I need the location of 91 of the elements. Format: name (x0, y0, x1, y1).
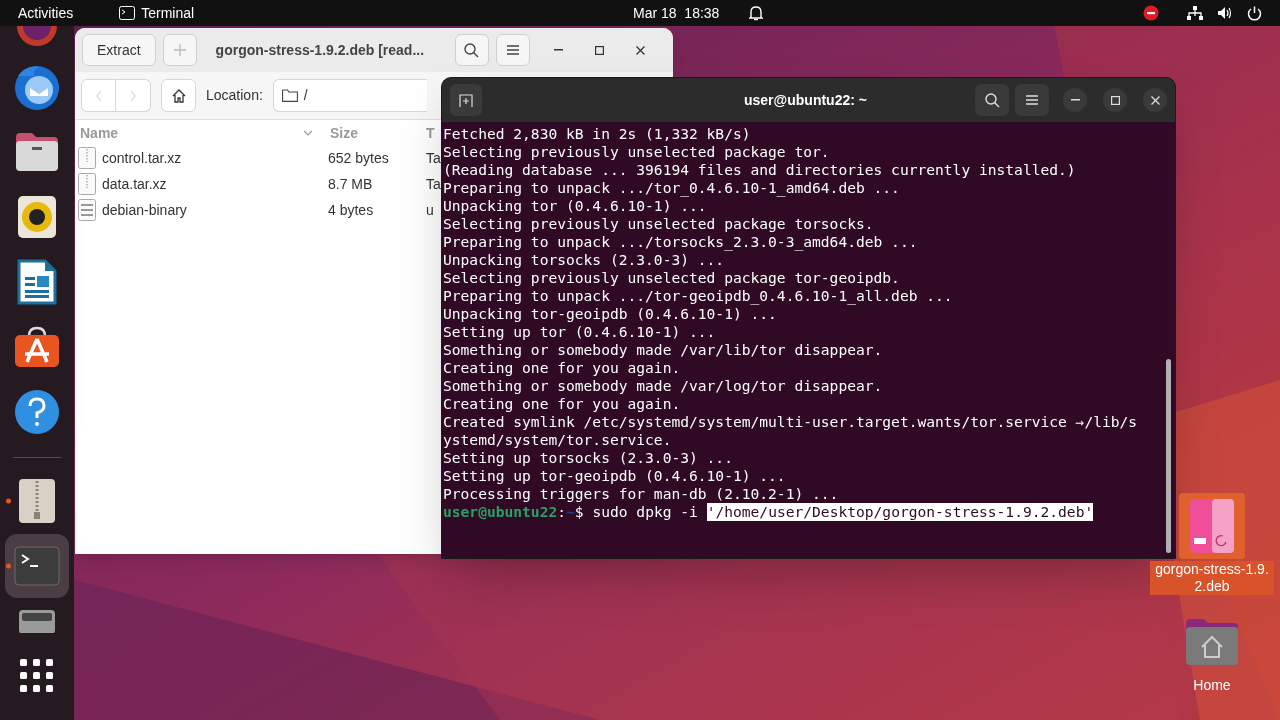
selected-text: '/home/user/Desktop/gorgon-stress-1.9.2.deb' (706, 503, 1094, 521)
window-title: user@ubuntu22: ~ (744, 90, 867, 110)
file-name[interactable]: data.tar.xz (102, 173, 167, 195)
minimize-icon (1070, 99, 1080, 101)
folder-icon (281, 89, 298, 102)
terminal-output-line: Preparing to unpack .../tor_0.4.6.10-1_amd64.deb ... (443, 179, 900, 197)
zipper-box-icon (18, 478, 56, 524)
minimize-button[interactable] (1063, 88, 1087, 112)
menu-button[interactable] (1015, 84, 1049, 116)
terminal-icon (14, 546, 60, 586)
new-tab-button[interactable] (450, 84, 482, 116)
maximize-button[interactable] (1103, 88, 1127, 112)
app-menu-label[interactable]: Terminal (141, 2, 195, 24)
shell-prompt: user@ubuntu22:~$ (443, 503, 584, 521)
file-size: 8.7 MB (327, 174, 374, 194)
close-button[interactable] (1143, 88, 1167, 112)
table-cell-text: u (425, 200, 434, 220)
power-icon (1247, 5, 1262, 21)
home-folder-icon (1184, 617, 1240, 667)
do-not-disturb-icon (1143, 5, 1159, 21)
menu-icon (506, 45, 519, 55)
network-icon (1187, 6, 1203, 20)
zipper-file-icon (78, 173, 96, 195)
terminal-output-line: Selecting previously unselected package tor. (443, 143, 830, 161)
terminal-output-line: (Reading database ... 396194 files and directories currently installed.) (443, 161, 1076, 179)
speaker-icon (17, 195, 57, 239)
search-button[interactable] (975, 84, 1009, 116)
desktop-icon-label: Home (1192, 677, 1232, 694)
bell-icon (749, 5, 764, 21)
help-icon (14, 389, 60, 435)
activities-button[interactable]: Activities (18, 2, 74, 24)
command-text: sudo dpkg -i (591, 503, 699, 521)
extract-button[interactable]: Extract (82, 34, 156, 66)
menu-icon (1026, 95, 1038, 105)
document-icon (17, 259, 57, 305)
terminal-output-line: Something or somebody made /var/log/tor disappear. (443, 377, 883, 395)
maximize-icon (1110, 95, 1120, 105)
chevron-down-icon (303, 130, 313, 136)
terminal-output-line: Something or somebody made /var/lib/tor disappear. (443, 341, 883, 359)
file-size: 652 bytes (327, 148, 390, 168)
terminal-output-line: Selecting previously unselected package torsocks. (443, 215, 874, 233)
terminal-output-line: Preparing to unpack .../tor-geoipdb_0.4.6.10-1_all.deb ... (443, 287, 953, 305)
terminal-output-line: Creating one for you again. (443, 359, 681, 377)
terminal-output-line: Processing triggers for man-db (2.10.2-1) ... (443, 485, 839, 503)
home-icon (171, 88, 186, 103)
terminal-output-line: Created symlink /etc/systemd/system/multi-user.target.wants/tor.service →/lib/s (443, 413, 1138, 431)
terminal-icon (119, 6, 136, 20)
file-size: 4 bytes (327, 200, 375, 220)
search-button[interactable] (454, 34, 489, 66)
desktop-icon[interactable]: Home (1148, 609, 1276, 694)
app-grid-icon (20, 659, 54, 693)
terminal-output-line: Setting up torsocks (2.3.0-3) ... (443, 449, 733, 467)
desktop-icon-label: gorgon-stress-1.9.2.deb (1150, 561, 1274, 595)
file-name[interactable]: debian-binary (102, 199, 187, 221)
volume-icon (1217, 6, 1233, 20)
dock-separator (13, 456, 61, 458)
file-name[interactable]: control.tar.xz (102, 147, 182, 169)
location-label: Location: (206, 86, 263, 105)
folder-icon (14, 131, 60, 173)
terminal-output-line: Unpacking tor-geoipdb (0.4.6.10-1) ... (443, 305, 777, 323)
terminal-output-line: Preparing to unpack .../torsocks_2.3.0-3_amd64.deb ... (443, 233, 918, 251)
terminal-output-line: Fetched 2,830 kB in 2s (1,332 kB/s) (443, 125, 751, 143)
zipper-file-icon (78, 147, 96, 169)
home-button[interactable] (161, 79, 196, 112)
window-title: gorgon-stress-1.9.2.deb [read... (215, 40, 426, 60)
table-cell-text: Ta (425, 148, 441, 168)
terminal-output-line: Unpacking tor (0.4.6.10-1) ... (443, 197, 707, 215)
minimize-icon (554, 49, 564, 51)
binary-file-icon (78, 199, 96, 221)
menu-button[interactable] (495, 34, 530, 66)
location-field[interactable]: / (272, 79, 427, 112)
new-tab-icon (459, 93, 473, 107)
search-icon (464, 42, 480, 58)
chevron-left-icon (95, 89, 102, 102)
plus-icon (173, 44, 186, 56)
terminal-output-line: Setting up tor-geoipdb (0.4.6.10-1) ... (443, 467, 786, 485)
terminal-output-line: Unpacking torsocks (2.3.0-3) ... (443, 251, 725, 269)
close-icon (1150, 95, 1160, 105)
table-cell-text: Ta (425, 174, 441, 194)
close-icon (636, 45, 646, 55)
package-icon (1189, 498, 1235, 554)
drive-icon (18, 609, 56, 633)
maximize-icon (595, 45, 605, 55)
date-time[interactable]: Mar 18 18:38 (633, 2, 720, 24)
terminal-output-line: Setting up tor (0.4.6.10-1) ... (443, 323, 716, 341)
chevron-right-icon (130, 89, 136, 102)
terminal-output-line: Creating one for you again. (443, 395, 681, 413)
terminal-output-line: ystemd/system/tor.service. (443, 431, 672, 449)
terminal-output-line: Selecting previously unselected package tor-geoipdb. (443, 269, 900, 287)
search-icon (984, 92, 1000, 108)
shopping-bag-icon (14, 326, 60, 368)
